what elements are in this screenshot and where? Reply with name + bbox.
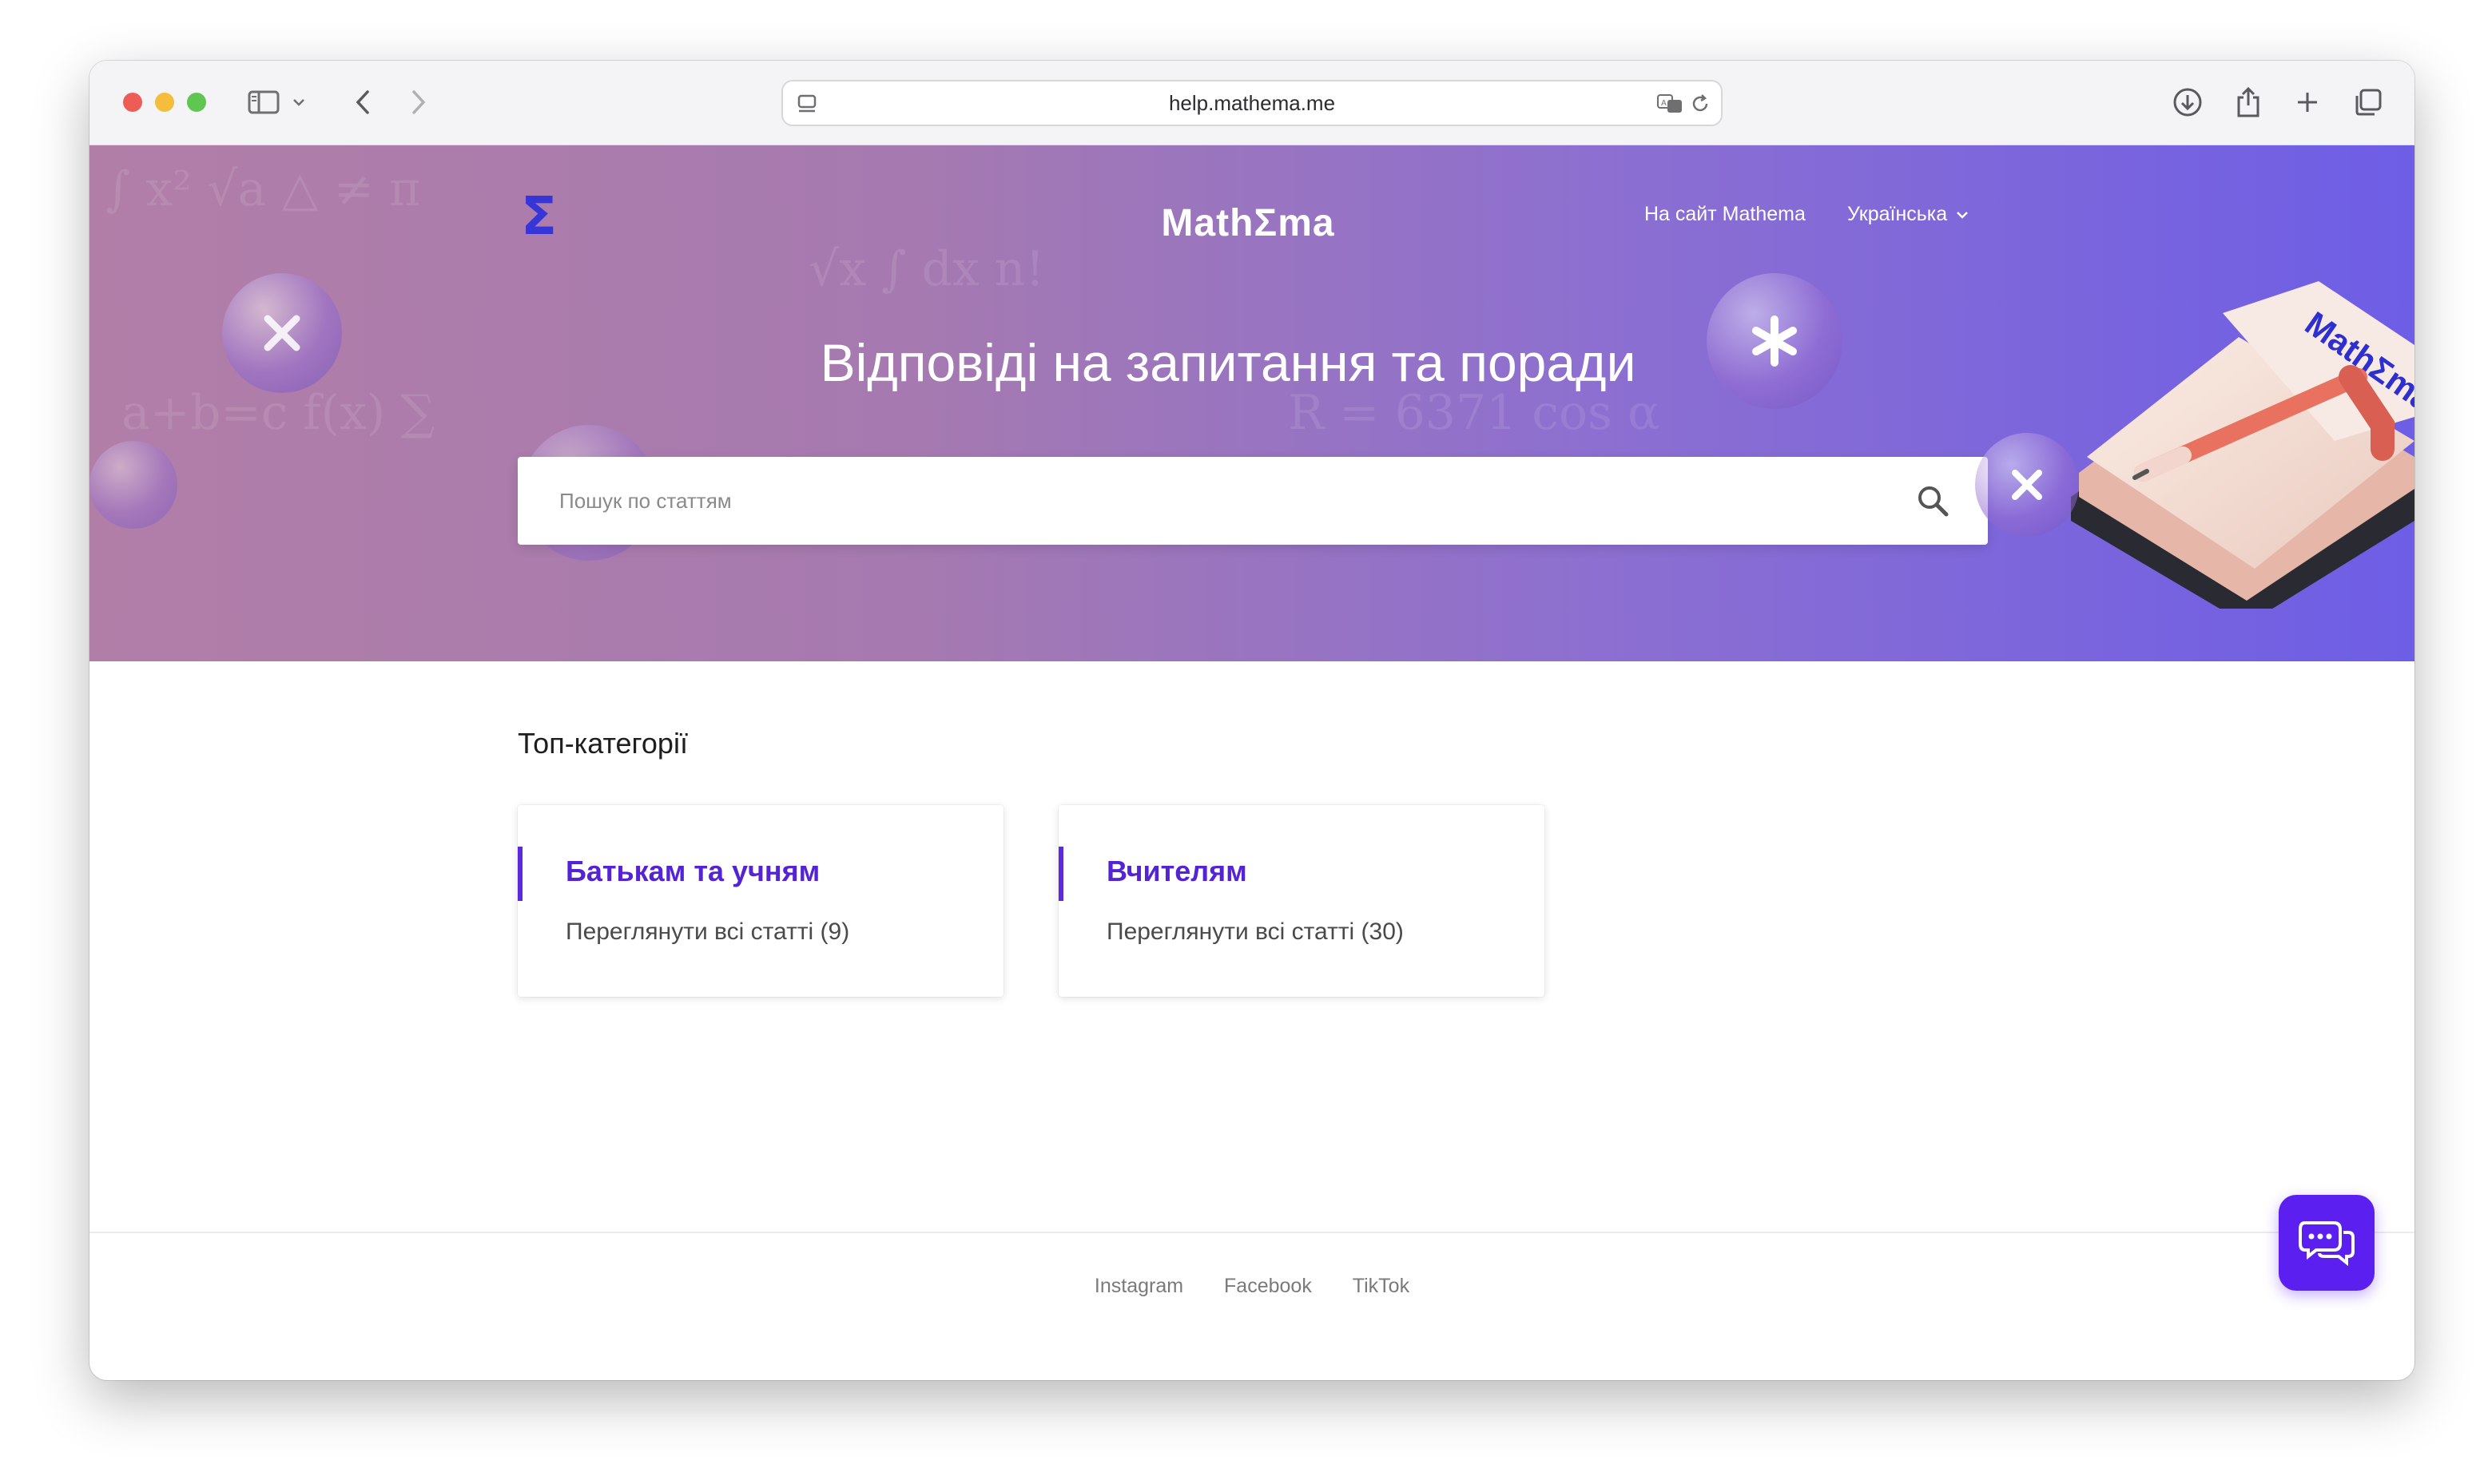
category-card-teachers[interactable]: Вчителям Переглянути всі статті (30) (1059, 805, 1544, 997)
chat-bubbles-icon (2299, 1221, 2355, 1267)
category-title[interactable]: Батькам та учням (566, 855, 820, 888)
chevron-down-icon (1957, 211, 1969, 219)
card-accent-bar (1059, 847, 1063, 901)
url-text: help.mathema.me (1168, 90, 1336, 115)
chat-button[interactable] (2279, 1195, 2375, 1291)
section-title: Топ-категорії (518, 727, 688, 760)
language-selector[interactable]: Українська (1847, 203, 1969, 226)
translate-icon[interactable]: A (1655, 89, 1684, 118)
decorative-formulas: R = 6371 cos α (1288, 385, 1660, 441)
footer-link-instagram[interactable]: Instagram (1095, 1275, 1183, 1297)
search-box (518, 457, 1988, 545)
footer-links: Instagram Facebook TikTok (89, 1275, 2414, 1298)
address-bar[interactable]: help.mathema.me A (781, 80, 1723, 126)
decorative-formulas: ∫ x² √a △ ≠ π (105, 161, 421, 217)
sidebar-toggle-icon[interactable] (244, 83, 283, 121)
forward-arrow-icon[interactable] (399, 83, 438, 121)
nav-link-main-site[interactable]: На сайт Mathema (1644, 203, 1806, 226)
search-input[interactable] (518, 457, 1988, 545)
downloads-icon[interactable] (2168, 83, 2207, 121)
minimize-window-button[interactable] (155, 93, 174, 112)
category-view-all-link[interactable]: Переглянути всі статті (9) (566, 919, 849, 946)
decorative-formulas: a+b=c f(x) ∑ (121, 385, 435, 441)
svg-text:A: A (1661, 99, 1667, 108)
back-arrow-icon[interactable] (344, 83, 382, 121)
notebook-illustration: MathΣma (2071, 281, 2414, 609)
browser-toolbar: help.mathema.me A (89, 61, 2414, 145)
footer-divider (89, 1232, 2414, 1233)
footer-link-facebook[interactable]: Facebook (1224, 1275, 1312, 1297)
mathema-logo-icon[interactable]: Σ (521, 185, 557, 247)
decorative-formulas: √x ∫ dx n! (809, 241, 1045, 297)
reload-icon[interactable] (1686, 89, 1715, 118)
category-title[interactable]: Вчителям (1107, 855, 1247, 888)
hero-banner: ∫ x² √a △ ≠ π a+b=c f(x) ∑ √x ∫ dx n! R … (89, 145, 2414, 661)
search-icon[interactable] (1916, 484, 1949, 518)
multiply-bubble-icon (1975, 433, 2079, 537)
close-window-button[interactable] (123, 93, 142, 112)
category-view-all-link[interactable]: Переглянути всі статті (30) (1107, 919, 1404, 946)
browser-window: help.mathema.me A ∫ x² √a △ ≠ π a+b=c f(… (89, 61, 2414, 1380)
language-label: Українська (1847, 203, 1948, 225)
decorative-bubble (89, 441, 177, 529)
chevron-down-icon[interactable] (288, 83, 310, 121)
share-icon[interactable] (2229, 83, 2267, 121)
tab-overview-icon[interactable] (2349, 83, 2387, 121)
zoom-window-button[interactable] (187, 93, 206, 112)
page-menu-icon[interactable] (793, 89, 821, 118)
card-accent-bar (518, 847, 523, 901)
footer-link-tiktok[interactable]: TikTok (1353, 1275, 1409, 1297)
brand-wordmark[interactable]: MathΣma (1160, 201, 1336, 245)
category-card-parents[interactable]: Батькам та учням Переглянути всі статті … (518, 805, 1004, 997)
new-tab-icon[interactable] (2288, 83, 2327, 121)
